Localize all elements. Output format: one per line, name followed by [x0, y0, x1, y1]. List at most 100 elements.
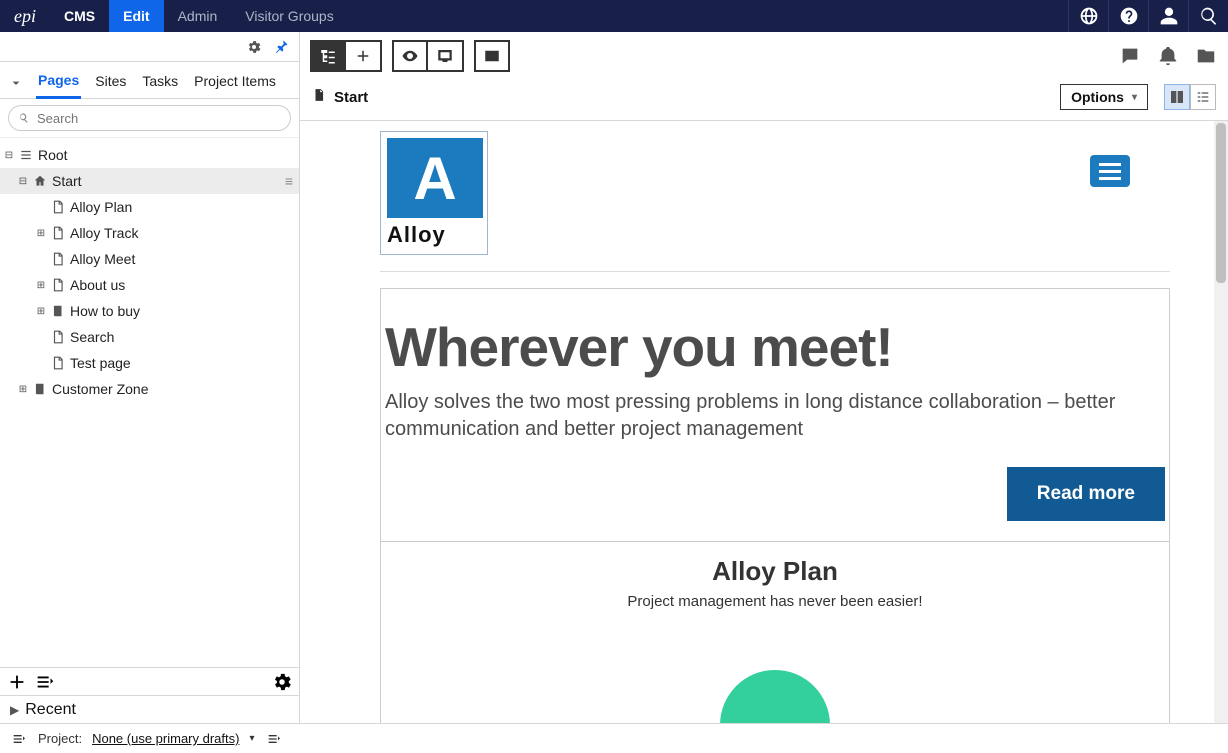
page-icon: [50, 277, 66, 293]
assets-panel-icon[interactable]: [1194, 44, 1218, 68]
hamburger-icon[interactable]: [1090, 155, 1130, 187]
page-title: Start: [334, 89, 368, 106]
tree-row[interactable]: ⊟Root: [0, 142, 299, 168]
book-icon: [50, 303, 66, 319]
page-icon: [50, 329, 66, 345]
tree-row-label: Alloy Plan: [70, 199, 132, 215]
page-icon: [312, 88, 326, 107]
help-icon[interactable]: [1108, 0, 1148, 32]
gear-icon[interactable]: [243, 36, 265, 58]
tree-row[interactable]: ⊞ Customer Zone: [0, 376, 299, 402]
sidebar: Pages Sites Tasks Project Items ⊟Root⊟St…: [0, 32, 300, 723]
sidebar-tabs: Pages Sites Tasks Project Items: [0, 62, 299, 99]
tree-toggle-icon[interactable]: ⊞: [34, 280, 48, 291]
book-icon: [32, 381, 48, 397]
tree-toggle-button[interactable]: [310, 40, 346, 72]
logo-letter: A: [413, 144, 456, 213]
page-icon: [50, 225, 66, 241]
read-more-button[interactable]: Read more: [1007, 467, 1165, 521]
project-selector[interactable]: None (use primary drafts): [92, 731, 239, 746]
tree-row-label: How to buy: [70, 303, 140, 319]
feature-dot: [720, 670, 830, 723]
project-menu-icon[interactable]: [265, 730, 283, 748]
notifications-icon[interactable]: [1156, 44, 1180, 68]
comments-icon[interactable]: [1118, 44, 1142, 68]
top-nav: epi CMS Edit Admin Visitor Groups: [0, 0, 1228, 32]
chevron-down-icon[interactable]: [8, 75, 24, 91]
globe-icon[interactable]: [1068, 0, 1108, 32]
tree-row-label: About us: [70, 277, 125, 293]
tree-toggle-icon[interactable]: ⊟: [16, 176, 30, 187]
on-page-edit-toggle[interactable]: [1164, 84, 1190, 110]
options-button[interactable]: Options ▾: [1060, 84, 1148, 110]
scrollbar-thumb[interactable]: [1216, 123, 1226, 283]
tree-row-label: Alloy Meet: [70, 251, 135, 267]
scrollbar-track[interactable]: [1214, 121, 1228, 723]
add-content-button[interactable]: [346, 40, 382, 72]
tree-row[interactable]: ⊞ Alloy Track: [0, 220, 299, 246]
chevron-down-icon: ▾: [1132, 92, 1137, 103]
hero-body: Alloy solves the two most pressing probl…: [381, 379, 1169, 467]
nav-edit[interactable]: Edit: [109, 0, 163, 32]
search-icon: [17, 111, 31, 125]
user-icon[interactable]: [1148, 0, 1188, 32]
tree-row[interactable]: ⊟ Start ≡: [0, 168, 299, 194]
main-toolbar: [300, 32, 1228, 80]
tree-row[interactable]: Search: [0, 324, 299, 350]
sub-block[interactable]: Alloy Plan Project management has never …: [381, 541, 1169, 723]
page-icon: [50, 199, 66, 215]
page-icon: [50, 355, 66, 371]
project-label: Project:: [38, 731, 82, 746]
hero-heading: Wherever you meet!: [381, 315, 1169, 379]
tree-toggle-icon[interactable]: ⊞: [34, 306, 48, 317]
tree-row[interactable]: ⊞ About us: [0, 272, 299, 298]
view-as-button[interactable]: [428, 40, 464, 72]
gear-icon[interactable]: [271, 671, 293, 693]
menu-list-icon[interactable]: [34, 671, 56, 693]
nav-cms[interactable]: CMS: [50, 0, 109, 32]
chevron-right-icon: ▶: [10, 703, 19, 717]
tree-toggle-icon[interactable]: ⊞: [34, 228, 48, 239]
site-logo[interactable]: A Alloy: [380, 131, 488, 255]
add-block-button[interactable]: [474, 40, 510, 72]
page-tree: ⊟Root⊟Start≡Alloy Plan⊞Alloy TrackAlloy …: [0, 138, 299, 667]
breadcrumb-row: Start Options ▾: [300, 80, 1228, 121]
nav-visitor-groups[interactable]: Visitor Groups: [231, 0, 347, 32]
project-settings-icon[interactable]: [10, 730, 28, 748]
tree-row[interactable]: Alloy Plan: [0, 194, 299, 220]
tree-toggle-icon[interactable]: ⊟: [2, 150, 16, 161]
search-icon[interactable]: [1188, 0, 1228, 32]
tree-row[interactable]: Test page: [0, 350, 299, 376]
add-icon[interactable]: [6, 671, 28, 693]
tree-row[interactable]: Alloy Meet: [0, 246, 299, 272]
page-icon: [50, 251, 66, 267]
recent-panel-toggle[interactable]: ▶ Recent: [0, 695, 299, 723]
sub-body: Project management has never been easier…: [381, 593, 1169, 610]
home-icon: [32, 173, 48, 189]
options-button-label: Options: [1071, 89, 1124, 105]
chevron-down-icon: ▾: [249, 733, 254, 744]
tab-tasks[interactable]: Tasks: [140, 69, 180, 97]
project-bar: Project: None (use primary drafts) ▾: [0, 723, 1228, 753]
logo-text: Alloy: [387, 222, 481, 248]
tree-row-label: Customer Zone: [52, 381, 148, 397]
tree-row-label: Alloy Track: [70, 225, 138, 241]
main-area: Start Options ▾ A Alloy: [300, 32, 1228, 723]
brand-logo: epi: [0, 0, 50, 32]
search-box[interactable]: [8, 105, 291, 131]
hero-block[interactable]: Wherever you meet! Alloy solves the two …: [380, 288, 1170, 723]
row-menu-icon[interactable]: ≡: [285, 173, 293, 189]
tree-row-label: Start: [52, 173, 82, 189]
all-properties-toggle[interactable]: [1190, 84, 1216, 110]
tab-sites[interactable]: Sites: [93, 69, 128, 97]
search-input[interactable]: [37, 111, 282, 126]
nav-admin[interactable]: Admin: [164, 0, 232, 32]
preview-button[interactable]: [392, 40, 428, 72]
sub-heading: Alloy Plan: [381, 556, 1169, 587]
pin-icon[interactable]: [271, 36, 293, 58]
tree-toggle-icon[interactable]: ⊞: [16, 384, 30, 395]
tree-row[interactable]: ⊞ How to buy: [0, 298, 299, 324]
tree-row-label: Test page: [70, 355, 131, 371]
tab-project-items[interactable]: Project Items: [192, 69, 278, 97]
tab-pages[interactable]: Pages: [36, 68, 81, 99]
